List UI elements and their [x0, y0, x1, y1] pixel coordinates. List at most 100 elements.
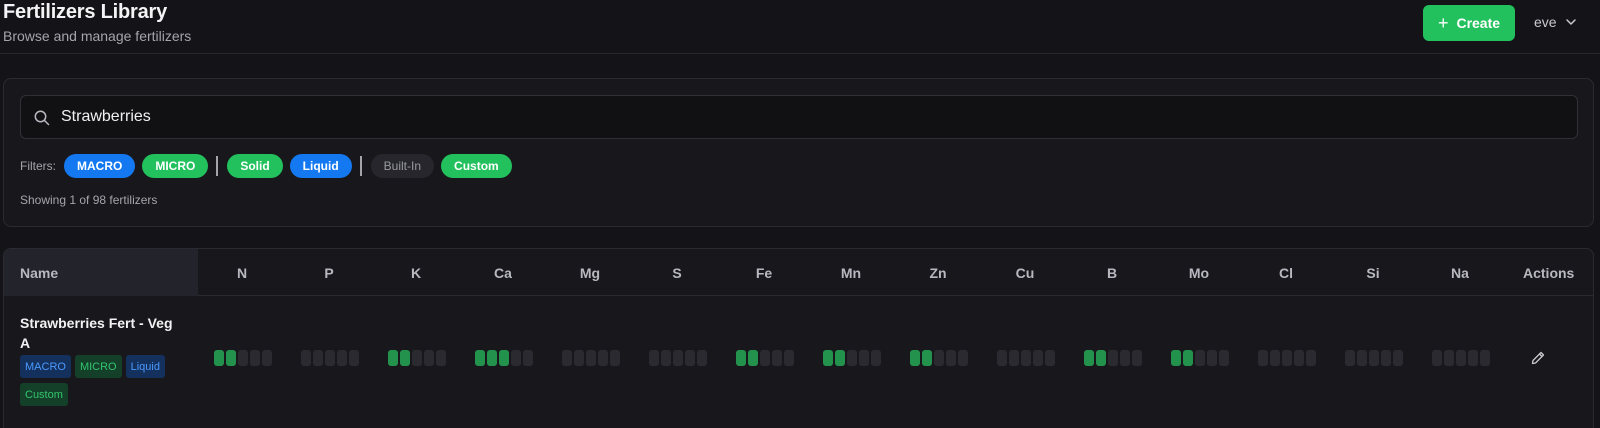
fertilizer-tags: MACRO MICRO Liquid Custom	[20, 355, 195, 406]
fertilizers-table: Name N P K Ca Mg S Fe Mn Zn Cu B Mo Cl S…	[3, 248, 1594, 428]
level-segment	[772, 350, 782, 366]
column-header-mo[interactable]: Mo	[1169, 265, 1229, 281]
column-header-actions: Actions	[1523, 265, 1575, 281]
level-segment	[1219, 350, 1229, 366]
column-header-cu[interactable]: Cu	[995, 265, 1055, 281]
nutrient-bar-cu	[997, 350, 1055, 366]
search-icon	[34, 110, 50, 126]
level-segment	[910, 350, 920, 366]
nutrient-bar-cl	[1258, 350, 1316, 366]
level-segment	[1345, 350, 1355, 366]
level-segment	[1207, 350, 1217, 366]
tag-custom: Custom	[20, 383, 68, 406]
column-header-zn[interactable]: Zn	[908, 265, 968, 281]
tag-micro: MICRO	[74, 355, 122, 378]
create-button[interactable]: + Create	[1423, 5, 1515, 41]
column-header-mn[interactable]: Mn	[821, 265, 881, 281]
level-segment	[859, 350, 869, 366]
filter-chip-micro[interactable]: MICRO	[142, 154, 209, 178]
level-segment	[1009, 350, 1019, 366]
nutrient-bar-mg	[562, 350, 620, 366]
level-segment	[487, 350, 497, 366]
filter-chip-custom[interactable]: Custom	[441, 154, 512, 178]
level-segment	[598, 350, 608, 366]
column-header-s[interactable]: S	[647, 265, 707, 281]
column-header-name[interactable]: Name	[4, 249, 198, 296]
level-segment	[226, 350, 236, 366]
chevron-down-icon	[1565, 19, 1576, 25]
level-segment	[1045, 350, 1055, 366]
column-header-n[interactable]: N	[212, 265, 272, 281]
column-header-fe[interactable]: Fe	[734, 265, 794, 281]
level-segment	[1432, 350, 1442, 366]
level-segment	[661, 350, 671, 366]
level-segment	[673, 350, 683, 366]
nutrient-bar-n	[214, 350, 272, 366]
page-header: Fertilizers Library Browse and manage fe…	[0, 0, 1600, 54]
table-row[interactable]: Strawberries Fert - Veg A MACRO MICRO Li…	[4, 297, 1593, 428]
level-segment	[574, 350, 584, 366]
filter-chip-built-in[interactable]: Built-In	[370, 154, 435, 178]
page-subtitle: Browse and manage fertilizers	[3, 28, 192, 44]
create-button-label: Create	[1456, 15, 1501, 31]
level-segment	[1132, 350, 1142, 366]
edit-icon[interactable]	[1530, 350, 1546, 366]
filter-chip-liquid[interactable]: Liquid	[289, 154, 352, 178]
filter-chip-macro[interactable]: MACRO	[64, 154, 136, 178]
filters-row: Filters: MACRO MICRO Solid Liquid Built-…	[20, 154, 519, 178]
level-segment	[1480, 350, 1490, 366]
filter-divider	[216, 156, 219, 176]
column-header-k[interactable]: K	[386, 265, 446, 281]
filters-label: Filters:	[20, 159, 56, 173]
level-segment	[1306, 350, 1316, 366]
level-segment	[934, 350, 944, 366]
nutrient-bar-b	[1084, 350, 1142, 366]
user-menu[interactable]: eve	[1534, 14, 1577, 30]
level-segment	[1294, 350, 1304, 366]
level-segment	[1195, 350, 1205, 366]
level-segment	[436, 350, 446, 366]
column-header-cl[interactable]: Cl	[1256, 265, 1316, 281]
level-segment	[760, 350, 770, 366]
level-segment	[1468, 350, 1478, 366]
filter-chip-solid[interactable]: Solid	[227, 154, 283, 178]
level-segment	[685, 350, 695, 366]
level-segment	[499, 350, 509, 366]
column-header-si[interactable]: Si	[1343, 265, 1403, 281]
nutrient-bar-ca	[475, 350, 533, 366]
level-segment	[1171, 350, 1181, 366]
level-segment	[697, 350, 707, 366]
level-segment	[214, 350, 224, 366]
level-segment	[1033, 350, 1043, 366]
level-segment	[1393, 350, 1403, 366]
column-header-na[interactable]: Na	[1430, 265, 1490, 281]
column-header-ca[interactable]: Ca	[473, 265, 533, 281]
search-input[interactable]	[61, 96, 1561, 138]
column-header-mg[interactable]: Mg	[560, 265, 620, 281]
level-segment	[1021, 350, 1031, 366]
level-segment	[823, 350, 833, 366]
level-segment	[871, 350, 881, 366]
user-name: eve	[1534, 14, 1557, 30]
level-segment	[997, 350, 1007, 366]
level-segment	[424, 350, 434, 366]
nutrient-bar-na	[1432, 350, 1490, 366]
level-segment	[475, 350, 485, 366]
level-segment	[586, 350, 596, 366]
level-segment	[250, 350, 260, 366]
level-segment	[412, 350, 422, 366]
level-segment	[400, 350, 410, 366]
level-segment	[946, 350, 956, 366]
level-segment	[835, 350, 845, 366]
level-segment	[1258, 350, 1268, 366]
level-segment	[784, 350, 794, 366]
column-header-b[interactable]: B	[1082, 265, 1142, 281]
level-segment	[262, 350, 272, 366]
tag-macro: MACRO	[20, 355, 71, 378]
table-header: Name N P K Ca Mg S Fe Mn Zn Cu B Mo Cl S…	[4, 249, 1593, 296]
level-segment	[1369, 350, 1379, 366]
column-header-p[interactable]: P	[299, 265, 359, 281]
level-segment	[388, 350, 398, 366]
level-segment	[1120, 350, 1130, 366]
tag-liquid: Liquid	[125, 355, 165, 378]
